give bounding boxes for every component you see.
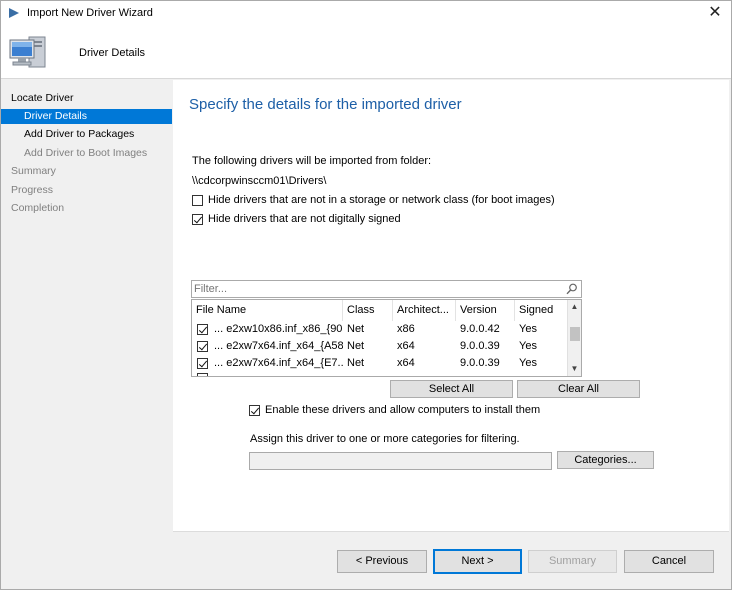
- categories-field: [249, 452, 552, 470]
- wizard-step-nav: Locate Driver Driver Details Add Driver …: [1, 80, 173, 589]
- title-bar: Import New Driver Wizard ✕: [1, 1, 731, 27]
- row-version: 9.0.0.42: [460, 323, 500, 335]
- import-intro-text: The following drivers will be imported f…: [192, 155, 432, 167]
- row-class: Net: [347, 340, 365, 352]
- window-title: Import New Driver Wizard: [27, 7, 153, 19]
- row-version: 9.0.0.39: [460, 340, 500, 352]
- row-signed: Yes: [519, 357, 537, 369]
- scroll-up-icon[interactable]: ▲: [568, 300, 581, 313]
- row-signed: Yes: [519, 340, 537, 352]
- filter-box: [191, 280, 582, 298]
- hide-nonstorage-checkbox[interactable]: [192, 195, 203, 206]
- next-button[interactable]: Next >: [433, 549, 522, 574]
- row-file-name: ... e2xw7x64.inf_x64_{A58...: [214, 340, 343, 352]
- row-class: Net: [347, 323, 365, 335]
- wizard-window: Import New Driver Wizard ✕ Driver Detail…: [0, 0, 732, 590]
- categories-button[interactable]: Categories...: [557, 451, 654, 469]
- filter-input[interactable]: [194, 282, 554, 296]
- summary-button[interactable]: Summary: [528, 550, 617, 573]
- cancel-button[interactable]: Cancel: [624, 550, 714, 573]
- nav-item-locate-driver[interactable]: Locate Driver: [1, 91, 172, 106]
- source-folder-path: \\cdcorpwinsccm01\Drivers\: [192, 175, 327, 187]
- hide-unsigned-checkbox[interactable]: [192, 214, 203, 225]
- search-icon: [566, 283, 577, 295]
- row-architecture: x64: [397, 340, 415, 352]
- row-architecture: x86: [397, 323, 415, 335]
- scroll-thumb[interactable]: [570, 327, 580, 341]
- column-header-architecture[interactable]: Architect...: [393, 300, 456, 321]
- wizard-banner: Driver Details: [1, 27, 731, 79]
- column-header-file-name[interactable]: File Name: [192, 300, 343, 321]
- row-checkbox-partial: [197, 373, 208, 376]
- row-class: Net: [347, 357, 365, 369]
- column-header-signed[interactable]: Signed: [515, 300, 568, 321]
- hide-nonstorage-label[interactable]: Hide drivers that are not in a storage o…: [208, 194, 555, 206]
- nav-item-completion[interactable]: Completion: [1, 201, 172, 216]
- previous-button[interactable]: < Previous: [337, 550, 427, 573]
- row-checkbox[interactable]: [197, 341, 208, 352]
- column-header-class[interactable]: Class: [343, 300, 393, 321]
- banner-title: Driver Details: [79, 47, 146, 59]
- enable-drivers-label[interactable]: Enable these drivers and allow computers…: [265, 404, 540, 416]
- close-icon: ✕: [708, 4, 722, 21]
- row-architecture: x64: [397, 357, 415, 369]
- close-button[interactable]: ✕: [699, 1, 731, 27]
- row-checkbox[interactable]: [197, 358, 208, 369]
- hide-unsigned-label[interactable]: Hide drivers that are not digitally sign…: [208, 213, 401, 225]
- assign-categories-label: Assign this driver to one or more catego…: [250, 433, 520, 445]
- clear-all-button[interactable]: Clear All: [517, 380, 640, 398]
- driver-table: File Name Class Architect... Version Sig…: [191, 299, 582, 377]
- row-signed: Yes: [519, 323, 537, 335]
- nav-item-add-driver-to-packages[interactable]: Add Driver to Packages: [1, 127, 172, 142]
- nav-item-summary[interactable]: Summary: [1, 164, 172, 179]
- scroll-down-icon[interactable]: ▼: [568, 362, 581, 375]
- row-file-name: ... e2xw10x86.inf_x86_{90...: [214, 323, 343, 335]
- row-version: 9.0.0.39: [460, 357, 500, 369]
- nav-item-driver-details[interactable]: Driver Details: [1, 109, 172, 124]
- computer-icon: [9, 36, 46, 68]
- column-header-version[interactable]: Version: [456, 300, 515, 321]
- nav-item-progress[interactable]: Progress: [1, 183, 172, 198]
- wizard-content: Specify the details for the imported dri…: [173, 80, 729, 531]
- select-all-button[interactable]: Select All: [390, 380, 513, 398]
- row-checkbox[interactable]: [197, 324, 208, 335]
- enable-drivers-checkbox[interactable]: [249, 405, 260, 416]
- wizard-footer: < Previous Next > Summary Cancel: [173, 531, 729, 589]
- nav-item-add-driver-to-boot-images[interactable]: Add Driver to Boot Images: [1, 146, 172, 161]
- page-heading: Specify the details for the imported dri…: [189, 96, 462, 113]
- table-scrollbar[interactable]: ▲ ▼: [567, 300, 581, 376]
- row-file-name: ... e2xw7x64.inf_x64_{E7...: [214, 357, 343, 369]
- wizard-app-icon: [9, 8, 19, 18]
